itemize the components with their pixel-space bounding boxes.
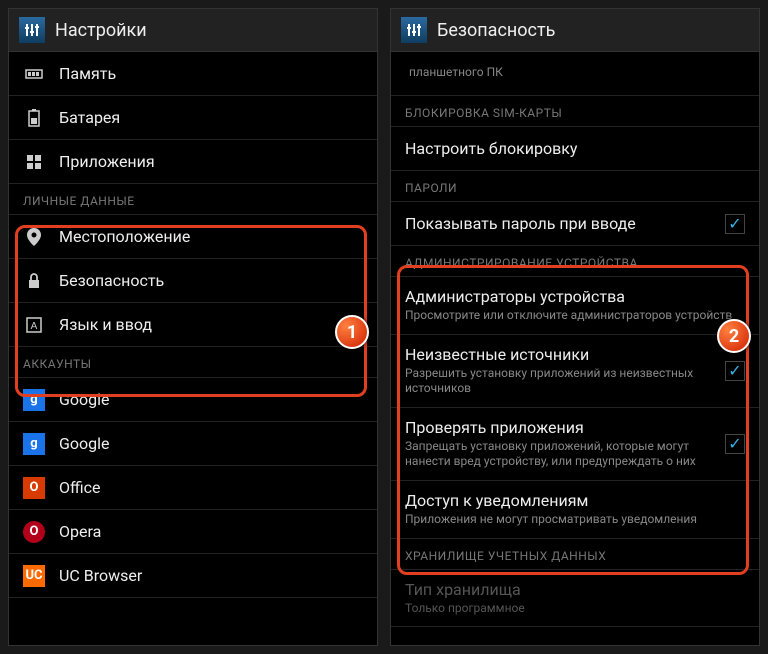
google-icon: g (23, 389, 45, 411)
checkbox-icon[interactable] (725, 434, 745, 454)
tablet-row: планшетного ПК (391, 52, 759, 96)
item-sub: Приложения не могут просматривать уведом… (405, 512, 745, 528)
security-list: планшетного ПК БЛОКИРОВКА SIM-КАРТЫ Наст… (391, 52, 759, 645)
notification-access-item[interactable]: Доступ к уведомлениям Приложения не могу… (391, 481, 759, 539)
lock-icon (23, 270, 45, 292)
item-sub: Просмотрите или отключите администраторо… (405, 308, 745, 324)
item-label: Местоположение (59, 227, 190, 246)
item-label: Администраторы устройства (405, 287, 745, 306)
settings-header: Настройки (9, 9, 377, 52)
account-item-office[interactable]: O Office (9, 466, 377, 510)
item-label: Google (59, 434, 110, 453)
item-label: UC Browser (59, 566, 142, 585)
checkbox-icon[interactable] (725, 361, 745, 381)
account-item-opera[interactable]: O Opera (9, 510, 377, 554)
section-credentials: ХРАНИЛИЩЕ УЧЕТНЫХ ДАННЫХ (391, 539, 759, 570)
battery-icon (23, 107, 45, 129)
item-label: Память (59, 64, 116, 83)
unknown-sources-item[interactable]: Неизвестные источники Разрешить установк… (391, 335, 759, 408)
callout-badge-2: 2 (717, 319, 751, 353)
security-header: Безопасность (391, 9, 759, 52)
item-label: Приложения (59, 152, 155, 171)
account-item-uc[interactable]: UC UC Browser (9, 554, 377, 598)
item-label: Показывать пароль при вводе (405, 214, 711, 233)
account-item-google[interactable]: g Google (9, 378, 377, 422)
security-title: Безопасность (437, 20, 555, 41)
device-admins-item[interactable]: Администраторы устройства Просмотрите ил… (391, 277, 759, 335)
section-personal: ЛИЧНЫЕ ДАННЫЕ (9, 184, 377, 215)
item-label: Язык и ввод (59, 315, 152, 334)
left-screenshot: Настройки Память Батарея Приложения ЛИЧН… (8, 8, 378, 646)
settings-item-security[interactable]: Безопасность (9, 259, 377, 303)
language-icon: A (23, 314, 45, 336)
section-admin: АДМИНИСТРИРОВАНИЕ УСТРОЙСТВА (391, 246, 759, 277)
item-label: Настроить блокировку (405, 139, 577, 158)
right-screenshot: Безопасность планшетного ПК БЛОКИРОВКА S… (390, 8, 760, 646)
memory-icon (23, 63, 45, 85)
item-label: Тип хранилища (405, 580, 745, 599)
item-label: Безопасность (59, 271, 164, 290)
tablet-sub: планшетного ПК (409, 65, 503, 81)
settings-list: Память Батарея Приложения ЛИЧНЫЕ ДАННЫЕ … (9, 52, 377, 645)
item-label: Доступ к уведомлениям (405, 491, 745, 510)
item-sub: Запрещать установку приложений, которые … (405, 439, 711, 470)
settings-item-memory[interactable]: Память (9, 52, 377, 96)
verify-apps-item[interactable]: Проверять приложения Запрещать установку… (391, 408, 759, 481)
item-label: Проверять приложения (405, 418, 711, 437)
item-sub: Только программное (405, 601, 745, 617)
office-icon: O (23, 477, 45, 499)
item-sub: Разрешить установку приложений из неизве… (405, 366, 711, 397)
callout-badge-1: 1 (335, 315, 369, 349)
item-label: Батарея (59, 108, 120, 127)
location-icon (23, 226, 45, 248)
apps-icon (23, 151, 45, 173)
item-label: Google (59, 390, 110, 409)
show-password-item[interactable]: Показывать пароль при вводе (391, 202, 759, 246)
section-accounts: АККАУНТЫ (9, 347, 377, 378)
opera-icon: O (23, 521, 45, 543)
settings-item-location[interactable]: Местоположение (9, 215, 377, 259)
item-label: Opera (59, 522, 101, 541)
section-sim: БЛОКИРОВКА SIM-КАРТЫ (391, 96, 759, 127)
sim-lock-item[interactable]: Настроить блокировку (391, 127, 759, 171)
settings-icon (401, 17, 427, 43)
google-icon: g (23, 433, 45, 455)
checkbox-icon[interactable] (725, 214, 745, 234)
account-item-google[interactable]: g Google (9, 422, 377, 466)
settings-item-battery[interactable]: Батарея (9, 96, 377, 140)
uc-icon: UC (23, 565, 45, 587)
storage-type-item: Тип хранилища Только программное (391, 570, 759, 628)
settings-icon (19, 17, 45, 43)
settings-title: Настройки (55, 20, 147, 41)
item-label: Office (59, 478, 101, 497)
settings-item-apps[interactable]: Приложения (9, 140, 377, 184)
section-passwords: ПАРОЛИ (391, 171, 759, 202)
item-label: Неизвестные источники (405, 345, 711, 364)
svg-text:A: A (31, 321, 38, 332)
settings-item-language[interactable]: A Язык и ввод (9, 303, 377, 347)
